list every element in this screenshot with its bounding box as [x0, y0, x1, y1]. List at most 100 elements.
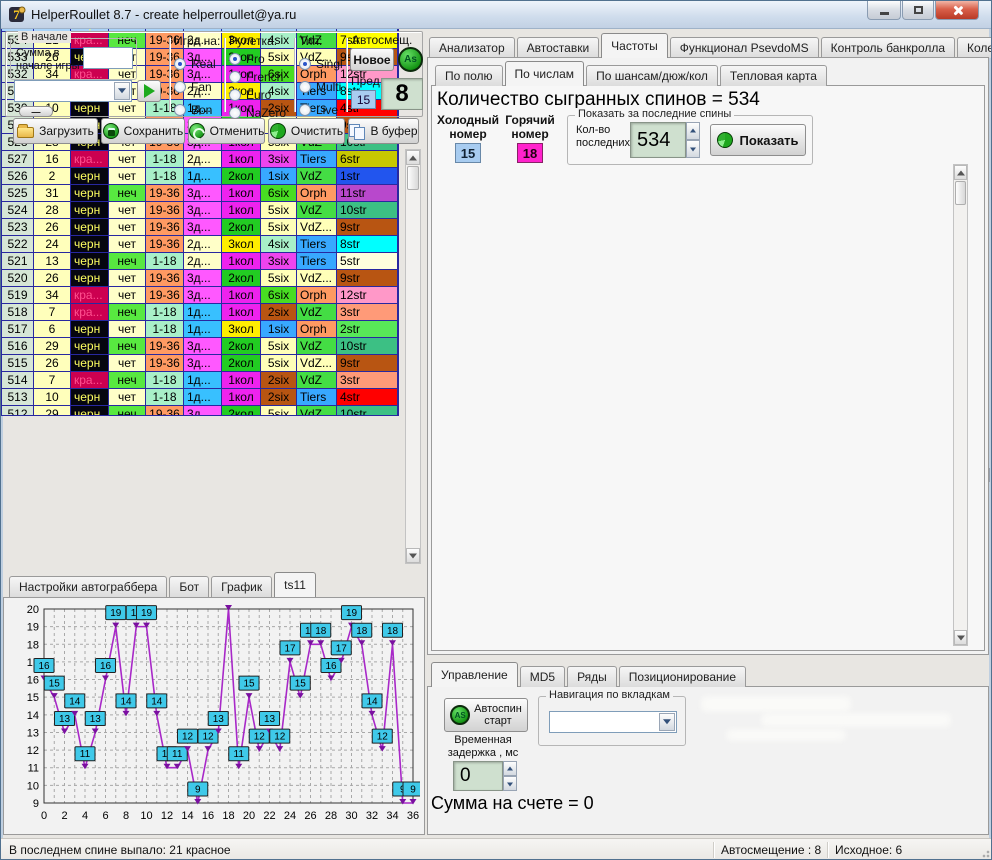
spins-cell: 3д...: [184, 202, 222, 219]
delay-input[interactable]: 0: [453, 761, 503, 791]
spins-row: 5262чернчет1-181д...2кол1sixVdZ1str: [2, 168, 398, 185]
resize-grip[interactable]: [979, 847, 991, 859]
spins-row: 5176чернчет1-181д...3кол1sixOrph2str: [2, 321, 398, 338]
scroll-down-icon[interactable]: [954, 630, 967, 645]
radio-singl[interactable]: Singl: [299, 57, 347, 71]
tab-main-6[interactable]: Колесо рулет: [957, 37, 992, 58]
svg-text:18: 18: [315, 626, 327, 637]
play-button[interactable]: [137, 80, 161, 102]
tab-main-5[interactable]: Контроль банкролла: [821, 37, 955, 58]
maximize-button[interactable]: [902, 1, 934, 20]
spins-cell: чет: [109, 389, 146, 406]
tab-main-4[interactable]: Функционал PsevdoMS: [670, 37, 819, 58]
tab-bottomleft-4[interactable]: ts11: [274, 572, 316, 597]
tab-freq-3[interactable]: По шансам/дюж/кол: [586, 65, 718, 86]
chevron-down-icon[interactable]: [114, 82, 130, 100]
history-combobox[interactable]: [14, 80, 132, 102]
spins-cell: 6six: [261, 287, 297, 304]
tab-bottomright-4[interactable]: Позиционирование: [619, 666, 746, 687]
radio-multi[interactable]: Multi: [299, 80, 347, 94]
tab-main-3[interactable]: Частоты: [601, 33, 668, 58]
tab-freq-4[interactable]: Тепловая карта: [720, 65, 827, 86]
chevron-down-icon[interactable]: [659, 713, 675, 731]
spinner-down-icon[interactable]: [503, 776, 517, 791]
spins-cell: VdZ: [297, 304, 337, 321]
spins-cell: 2д...: [184, 253, 222, 270]
clear-button[interactable]: Очистить: [268, 118, 345, 144]
start-sum-input[interactable]: [83, 47, 133, 69]
svg-text:12: 12: [202, 732, 214, 743]
spins-cell: VdZ: [297, 168, 337, 185]
open-folder-button[interactable]: Загрузить: [13, 118, 98, 144]
radio-bon[interactable]: Bon: [174, 103, 224, 117]
svg-text:28: 28: [325, 810, 337, 822]
radio-pro[interactable]: Pro: [229, 52, 293, 66]
tab-main-2[interactable]: Автоставки: [517, 37, 600, 58]
scroll-up-icon[interactable]: [406, 150, 420, 165]
svg-text:22: 22: [263, 810, 275, 822]
separator: [224, 38, 226, 112]
tab-bottomright-1[interactable]: Управление: [431, 662, 518, 687]
bottom-left-tabs: Настройки автограббераБотГрафикts11: [9, 572, 318, 597]
hot-number-block: Горячий номер 18: [501, 113, 559, 163]
tab-freq-2[interactable]: По числам: [505, 61, 585, 86]
spins-cell: 9str: [337, 219, 398, 236]
close-icon: [952, 5, 963, 16]
svg-text:17: 17: [336, 643, 348, 654]
spins-cell: кра...: [71, 287, 109, 304]
scroll-down-icon[interactable]: [406, 548, 420, 563]
spins-cell: кра...: [71, 372, 109, 389]
save-button[interactable]: Сохранить: [101, 118, 185, 144]
spinner-up-icon[interactable]: [686, 122, 700, 140]
spins-row: 51229черннеч19-363д...2кол5sixVdZ10str: [2, 406, 398, 416]
spins-cell: 5six: [261, 406, 297, 416]
tab-navigation-combobox[interactable]: [549, 711, 677, 733]
tab-freq-1[interactable]: По полю: [435, 65, 503, 86]
spins-cell: 2кол: [222, 219, 261, 236]
copy-button[interactable]: В буфер: [348, 118, 419, 144]
spins-table-scrollbar[interactable]: [405, 149, 421, 564]
radio-french[interactable]: French: [229, 70, 293, 84]
spins-cell: 1д...: [184, 372, 222, 389]
radio-euro[interactable]: Euro: [229, 88, 293, 102]
svg-text:16: 16: [38, 661, 50, 672]
minimize-button[interactable]: [867, 1, 901, 20]
count-last-input[interactable]: 534: [630, 122, 686, 158]
tab-bottomleft-3[interactable]: График: [211, 576, 272, 597]
autoshift-as-icon[interactable]: As: [398, 47, 423, 72]
show-group-caption: Показать за последние спины: [575, 108, 734, 120]
scroll-up-icon[interactable]: [954, 165, 967, 180]
scrollbar-thumb[interactable]: [955, 181, 966, 205]
scrollbar-thumb[interactable]: [407, 166, 419, 190]
radio-live[interactable]: Live: [299, 103, 347, 117]
tab-bottomleft-2[interactable]: Бот: [169, 576, 209, 597]
spinner-up-icon[interactable]: [503, 761, 517, 776]
title-bar[interactable]: 7 HelperRoullet 8.7 - create helperroull…: [1, 1, 992, 29]
spins-cell: неч: [109, 338, 146, 355]
spins-cell: 5six: [261, 219, 297, 236]
radio-real[interactable]: Real: [174, 57, 224, 71]
undo-button[interactable]: Отменить: [188, 118, 265, 144]
spins-cell: VdZ...: [297, 219, 337, 236]
collapse-button[interactable]: —: [19, 106, 53, 117]
radio-fan[interactable]: Fan: [174, 80, 224, 94]
spinner-down-icon[interactable]: [686, 140, 700, 158]
spins-cell: Tiers: [297, 236, 337, 253]
tab-bottomleft-1[interactable]: Настройки автограббера: [9, 576, 167, 597]
tab-main-1[interactable]: Анализатор: [429, 37, 515, 58]
show-button[interactable]: Показать: [710, 124, 806, 156]
show-last-spins-group: Показать за последние спины Кол-во после…: [567, 115, 813, 165]
new-button[interactable]: Новое: [350, 48, 394, 71]
spins-cell: 2кол: [222, 270, 261, 287]
spins-cell: 514: [2, 372, 34, 389]
delay-spinner[interactable]: [503, 761, 517, 791]
count-last-spinner[interactable]: [686, 122, 700, 158]
frequency-table-scrollbar[interactable]: [953, 164, 968, 646]
spins-cell: 8str: [337, 236, 398, 253]
close-button[interactable]: [935, 1, 979, 20]
spins-cell: 2кол: [222, 355, 261, 372]
tab-bottomright-3[interactable]: Ряды: [567, 666, 617, 687]
autospin-start-button[interactable]: AS Автоспин старт: [444, 698, 528, 732]
svg-text:12: 12: [182, 732, 194, 743]
tab-bottomright-2[interactable]: MD5: [520, 666, 565, 687]
